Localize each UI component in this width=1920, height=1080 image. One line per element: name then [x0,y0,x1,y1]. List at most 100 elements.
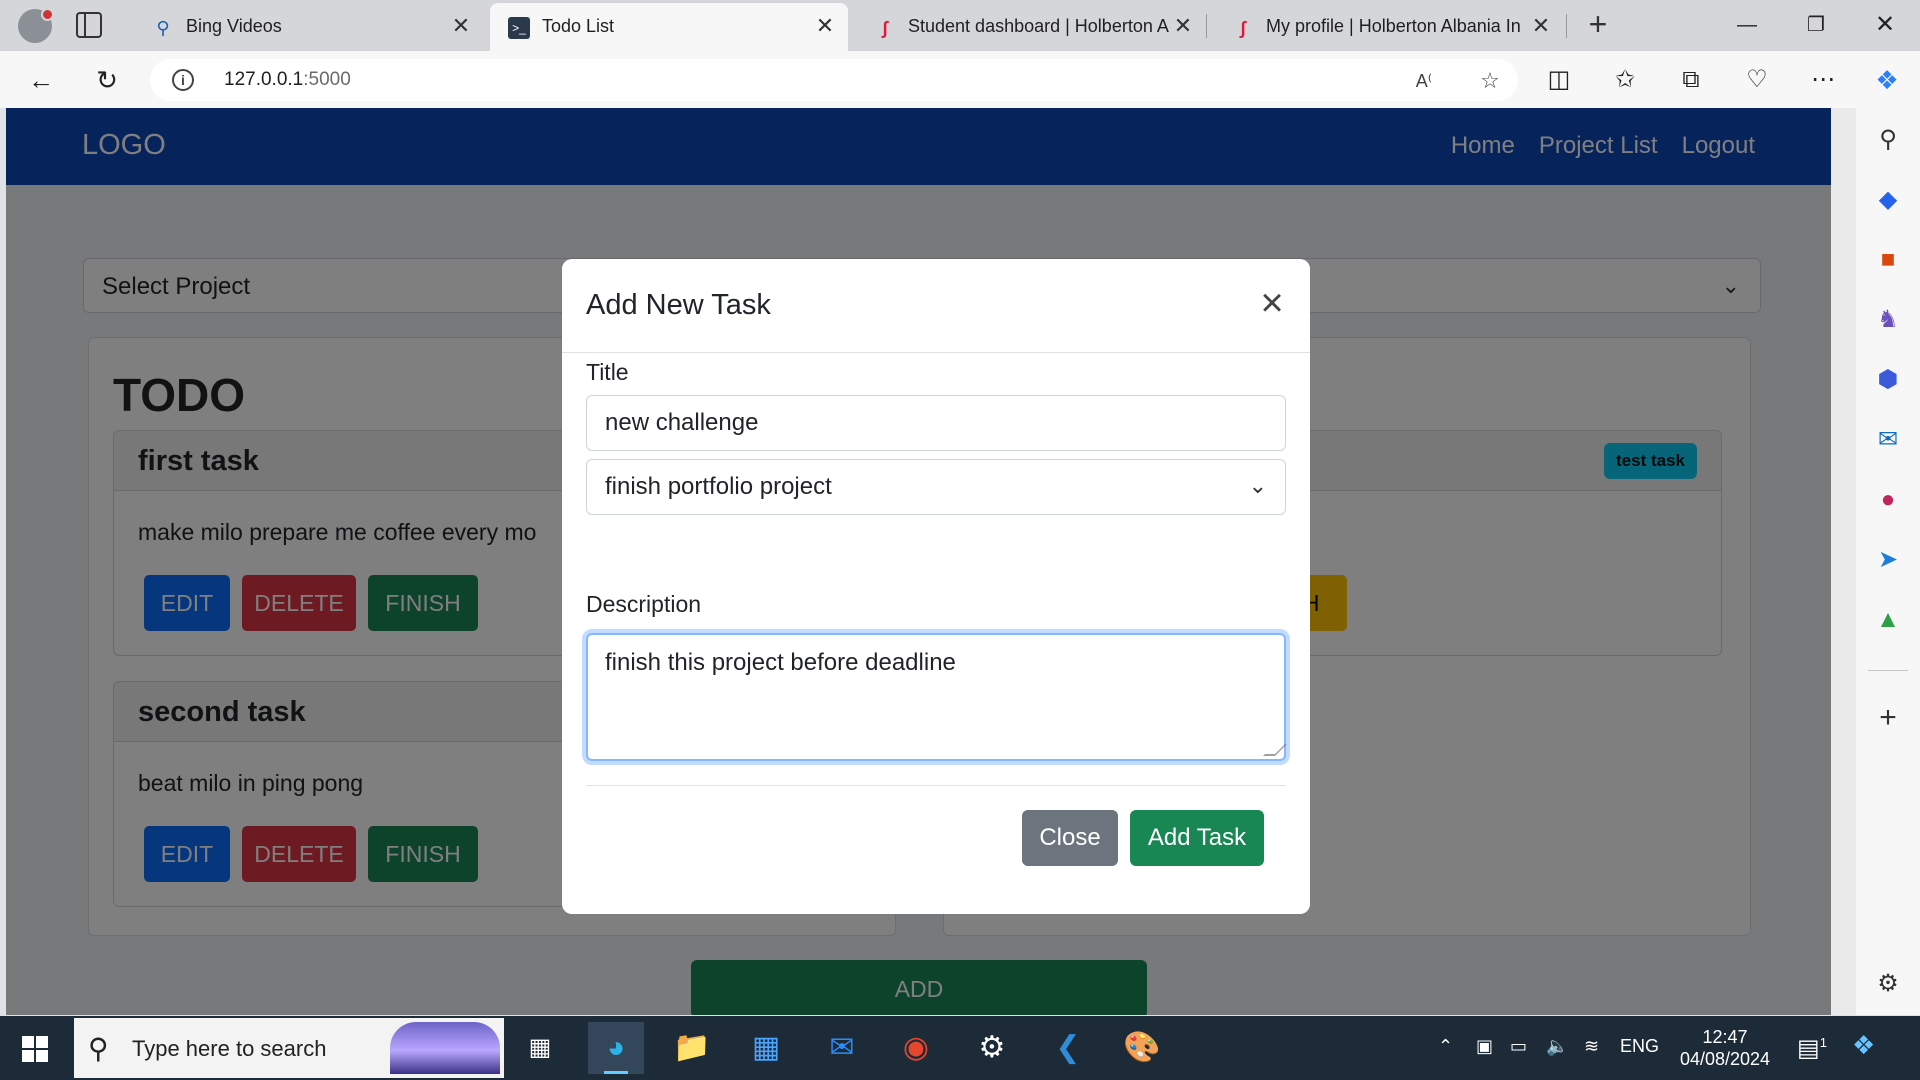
title-input-value: new challenge [605,409,759,436]
modal-title: Add New Task [586,289,771,321]
paint-icon[interactable]: 🎨 [1114,1022,1170,1074]
browser-tab-strip: ⚲ Bing Videos ✕ >_ Todo List ✕ ∫ Student… [0,0,1920,51]
address-bar[interactable]: i 127.0.0.1:5000 A⁽ ☆ [150,59,1518,101]
more-options-icon[interactable]: ⋯ [1806,63,1840,97]
refresh-icon[interactable]: ↻ [90,63,124,97]
tab-title: Bing Videos [186,16,282,36]
browser-toolbar: ← ↻ i 127.0.0.1:5000 A⁽ ☆ ◫ ✩ ⧉ ♡ ⋯ ❖ [0,51,1920,108]
add-task-submit-button[interactable]: Add Task [1130,810,1264,866]
close-tab-icon[interactable]: ✕ [448,13,474,39]
tools-icon[interactable]: ■ [1872,244,1904,276]
holberton-icon: ∫ [1240,18,1246,38]
vscode-icon[interactable]: ❮ [1040,1022,1096,1074]
project-dropdown-value: finish portfolio project [605,473,832,500]
send-icon[interactable]: ➤ [1872,544,1904,576]
windows-taskbar: ⚲ Type here to search ▦ ◕ 📁 ▦ ✉ ◉ ⚙ ❮ 🎨 … [0,1016,1920,1080]
copilot-icon[interactable]: ❖ [1870,63,1904,97]
volume-icon[interactable]: 🔈 [1546,1036,1568,1057]
description-label: Description [586,591,702,617]
microsoft-365-icon[interactable]: ⬢ [1872,364,1904,396]
games-icon[interactable]: ♞ [1872,304,1904,336]
chevron-down-icon: ⌄ [1248,473,1267,498]
profile-avatar-icon[interactable] [18,8,54,43]
shopping-tag-icon[interactable]: ◆ [1872,184,1904,216]
clock-date: 04/08/2024 [1679,1049,1771,1069]
search-icon: ⚲ [88,1033,109,1064]
search-icon[interactable]: ⚲ [1872,124,1904,156]
collections-icon[interactable]: ⧉ [1674,63,1708,97]
search-icon: ⚲ [156,18,170,38]
resize-handle-icon[interactable] [1263,744,1287,756]
tab-title: My profile | Holberton Albania In [1266,16,1521,36]
close-window-icon[interactable]: ✕ [1862,6,1908,44]
tab-actions-icon[interactable] [76,12,102,38]
wifi-icon[interactable]: ≋ [1584,1036,1599,1057]
close-button[interactable]: Close [1022,810,1118,866]
url-text: 127.0.0.1:5000 [224,69,351,91]
title-label: Title [586,359,629,385]
notification-count: 1 [1819,1035,1827,1050]
minimize-icon[interactable]: — [1724,6,1770,44]
browser-essentials-icon[interactable]: ♡ [1740,63,1774,97]
outlook-icon[interactable]: ✉ [1872,424,1904,456]
close-icon[interactable]: × [1252,283,1292,323]
favorite-star-icon[interactable]: ☆ [1476,67,1504,95]
taskbar-search-box[interactable]: ⚲ Type here to search [74,1018,504,1078]
description-value: finish this project before deadline [605,649,956,676]
tab-student-dashboard[interactable]: ∫ Student dashboard | Holberton A ✕ [856,3,1206,51]
tab-title: Todo List [542,16,615,36]
tab-my-profile[interactable]: ∫ My profile | Holberton Albania In ✕ [1214,3,1564,51]
url-port: :5000 [303,69,351,90]
sidebar-divider [1868,670,1908,671]
url-host: 127.0.0.1 [224,69,304,90]
device-icon[interactable]: ▣ [1476,1036,1493,1057]
copilot-icon[interactable]: ❖ [1852,1030,1875,1061]
restore-icon[interactable]: ❐ [1793,6,1839,44]
tab-title: Student dashboard | Holberton A [908,16,1169,36]
microsoft-store-icon[interactable]: ▦ [738,1022,794,1074]
settings-gear-icon[interactable]: ⚙ [964,1022,1020,1074]
close-tab-icon[interactable]: ✕ [1528,13,1554,39]
project-dropdown[interactable]: finish portfolio project ⌄ [586,459,1286,515]
favorites-icon[interactable]: ✩ [1608,63,1642,97]
web-page: LOGO Home Project List Logout Select Pro… [6,108,1831,1015]
new-tab-icon[interactable]: + [1582,8,1614,41]
browser-sidebar: ⚲ ◆ ■ ♞ ⬢ ✉ ● ➤ ▲ + ⚙ [1856,108,1920,1015]
settings-gear-icon[interactable]: ⚙ [1872,968,1904,1000]
modal-header: Add New Task × [562,259,1310,353]
file-explorer-icon[interactable]: 📁 [664,1022,720,1074]
designer-icon[interactable]: ● [1872,484,1904,516]
add-sidebar-app-icon[interactable]: + [1872,702,1904,734]
edge-browser-icon[interactable]: ◕ [588,1022,644,1074]
split-screen-icon[interactable]: ◫ [1542,63,1576,97]
chrome-icon[interactable]: ◉ [888,1022,944,1074]
tab-separator [1566,14,1567,38]
clock-time: 12:47 [1702,1027,1748,1047]
holberton-icon: ∫ [882,18,888,38]
terminal-icon: >_ [508,17,530,39]
close-tab-icon[interactable]: ✕ [812,13,838,39]
language-indicator[interactable]: ENG [1620,1036,1659,1057]
mail-icon[interactable]: ✉ [814,1022,870,1074]
clock[interactable]: 12:47 04/08/2024 [1670,1026,1780,1070]
site-info-icon[interactable]: i [172,69,194,91]
tab-separator [1206,14,1207,38]
search-placeholder: Type here to search [132,1036,327,1061]
task-view-icon[interactable]: ▦ [512,1022,568,1074]
close-tab-icon[interactable]: ✕ [1170,13,1196,39]
show-hidden-icons-icon[interactable]: ⌃ [1438,1036,1453,1057]
read-aloud-icon[interactable]: A⁽ [1410,67,1438,95]
tree-icon[interactable]: ▲ [1872,604,1904,636]
search-highlight-image [390,1022,500,1074]
tab-bing-videos[interactable]: ⚲ Bing Videos ✕ [134,3,484,51]
back-icon[interactable]: ← [24,63,58,97]
title-input[interactable]: new challenge [586,395,1286,451]
notifications-icon[interactable]: ▤1 [1797,1034,1827,1063]
description-textarea[interactable]: finish this project before deadline [586,633,1287,761]
windows-start-icon[interactable] [22,1036,48,1062]
page-scrollbar[interactable] [1831,108,1856,1015]
modal-divider [586,785,1286,786]
add-task-modal: Add New Task × Title new challenge finis… [562,259,1310,914]
battery-icon[interactable]: ▭ [1510,1036,1527,1057]
tab-todo-list[interactable]: >_ Todo List ✕ [490,3,848,51]
